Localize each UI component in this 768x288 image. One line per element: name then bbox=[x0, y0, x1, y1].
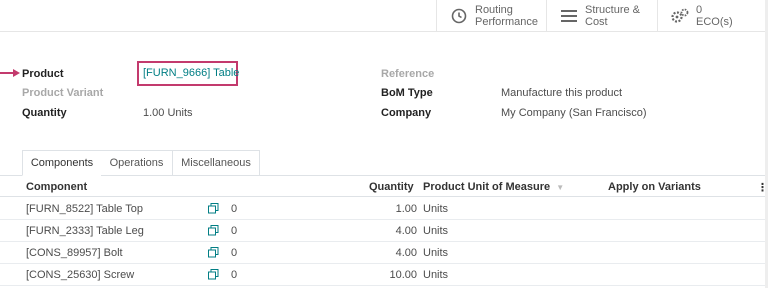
component-count: 0 bbox=[231, 225, 238, 237]
component-uom: Units bbox=[423, 225, 449, 237]
gears-icon bbox=[669, 5, 691, 27]
bom-type-value[interactable]: Manufacture this product bbox=[501, 87, 622, 99]
component-quantity: 4.00 bbox=[395, 225, 417, 237]
quantity-label: Quantity bbox=[22, 107, 67, 119]
structure-cost-line1: Structure & bbox=[585, 4, 641, 16]
company-value[interactable]: My Company (San Francisco) bbox=[501, 107, 647, 119]
eco-label: ECO(s) bbox=[696, 16, 733, 28]
component-count: 0 bbox=[231, 247, 238, 259]
component-uom: Units bbox=[423, 269, 449, 281]
structure-cost-line2: Cost bbox=[585, 16, 608, 28]
product-label: Product bbox=[22, 68, 64, 80]
component-count: 0 bbox=[231, 269, 238, 281]
reference-label: Reference bbox=[381, 68, 435, 80]
column-apply-on-variants[interactable]: Apply on Variants bbox=[608, 181, 701, 193]
smart-button-bar: Routing Performance Structure & Cost 0 E… bbox=[0, 0, 768, 32]
component-name: [FURN_2333] Table Leg bbox=[26, 225, 144, 237]
product-link[interactable]: [FURN_9666] Table bbox=[143, 67, 239, 79]
column-uom[interactable]: Product Unit of Measure ▼ bbox=[423, 181, 564, 193]
column-component[interactable]: Component bbox=[26, 181, 87, 193]
component-name: [CONS_25630] Screw bbox=[26, 269, 135, 281]
tab-components[interactable]: Components bbox=[22, 150, 102, 176]
bom-type-label: BoM Type bbox=[381, 87, 433, 99]
product-variant-label: Product Variant bbox=[22, 87, 104, 99]
table-row[interactable]: [CONS_89957] Bolt 0 4.00 Units bbox=[0, 242, 768, 264]
component-uom: Units bbox=[423, 247, 449, 259]
component-name: [FURN_8522] Table Top bbox=[26, 203, 143, 215]
eco-button[interactable]: 0 ECO(s) bbox=[657, 0, 768, 32]
copy-icon[interactable] bbox=[208, 269, 219, 280]
company-label: Company bbox=[381, 107, 432, 119]
copy-icon[interactable] bbox=[208, 247, 219, 258]
table-header: Component Quantity Product Unit of Measu… bbox=[0, 176, 768, 197]
bars-icon bbox=[558, 5, 580, 27]
tab-operations[interactable]: Operations bbox=[101, 150, 173, 176]
component-name: [CONS_89957] Bolt bbox=[26, 247, 123, 259]
component-quantity: 10.00 bbox=[389, 269, 417, 281]
routing-performance-line2: Performance bbox=[475, 16, 538, 28]
sort-caret-icon: ▼ bbox=[556, 183, 565, 192]
tab-miscellaneous[interactable]: Miscellaneous bbox=[172, 150, 260, 176]
table-row[interactable]: [CONS_25630] Screw 0 10.00 Units bbox=[0, 264, 768, 286]
quantity-unit: Units bbox=[167, 107, 193, 119]
eco-count: 0 bbox=[696, 4, 703, 16]
copy-icon[interactable] bbox=[208, 203, 219, 214]
table-row[interactable]: [FURN_8522] Table Top 0 1.00 Units bbox=[0, 198, 768, 220]
component-uom: Units bbox=[423, 203, 449, 215]
routing-performance-line1: Routing bbox=[475, 4, 513, 16]
structure-cost-button[interactable]: Structure & Cost bbox=[546, 0, 657, 32]
copy-icon[interactable] bbox=[208, 225, 219, 236]
component-quantity: 1.00 bbox=[395, 203, 417, 215]
column-quantity[interactable]: Quantity bbox=[369, 181, 414, 193]
routing-performance-button[interactable]: Routing Performance bbox=[436, 0, 546, 32]
quantity-number: 1.00 bbox=[143, 107, 165, 119]
component-count: 0 bbox=[231, 203, 238, 215]
column-uom-label: Product Unit of Measure bbox=[423, 181, 551, 193]
clock-icon bbox=[448, 5, 470, 27]
table-row[interactable]: [FURN_2333] Table Leg 0 4.00 Units bbox=[0, 220, 768, 242]
arrow-icon bbox=[0, 69, 20, 77]
quantity-value[interactable]: 1.00 Units bbox=[143, 107, 193, 119]
component-quantity: 4.00 bbox=[395, 247, 417, 259]
